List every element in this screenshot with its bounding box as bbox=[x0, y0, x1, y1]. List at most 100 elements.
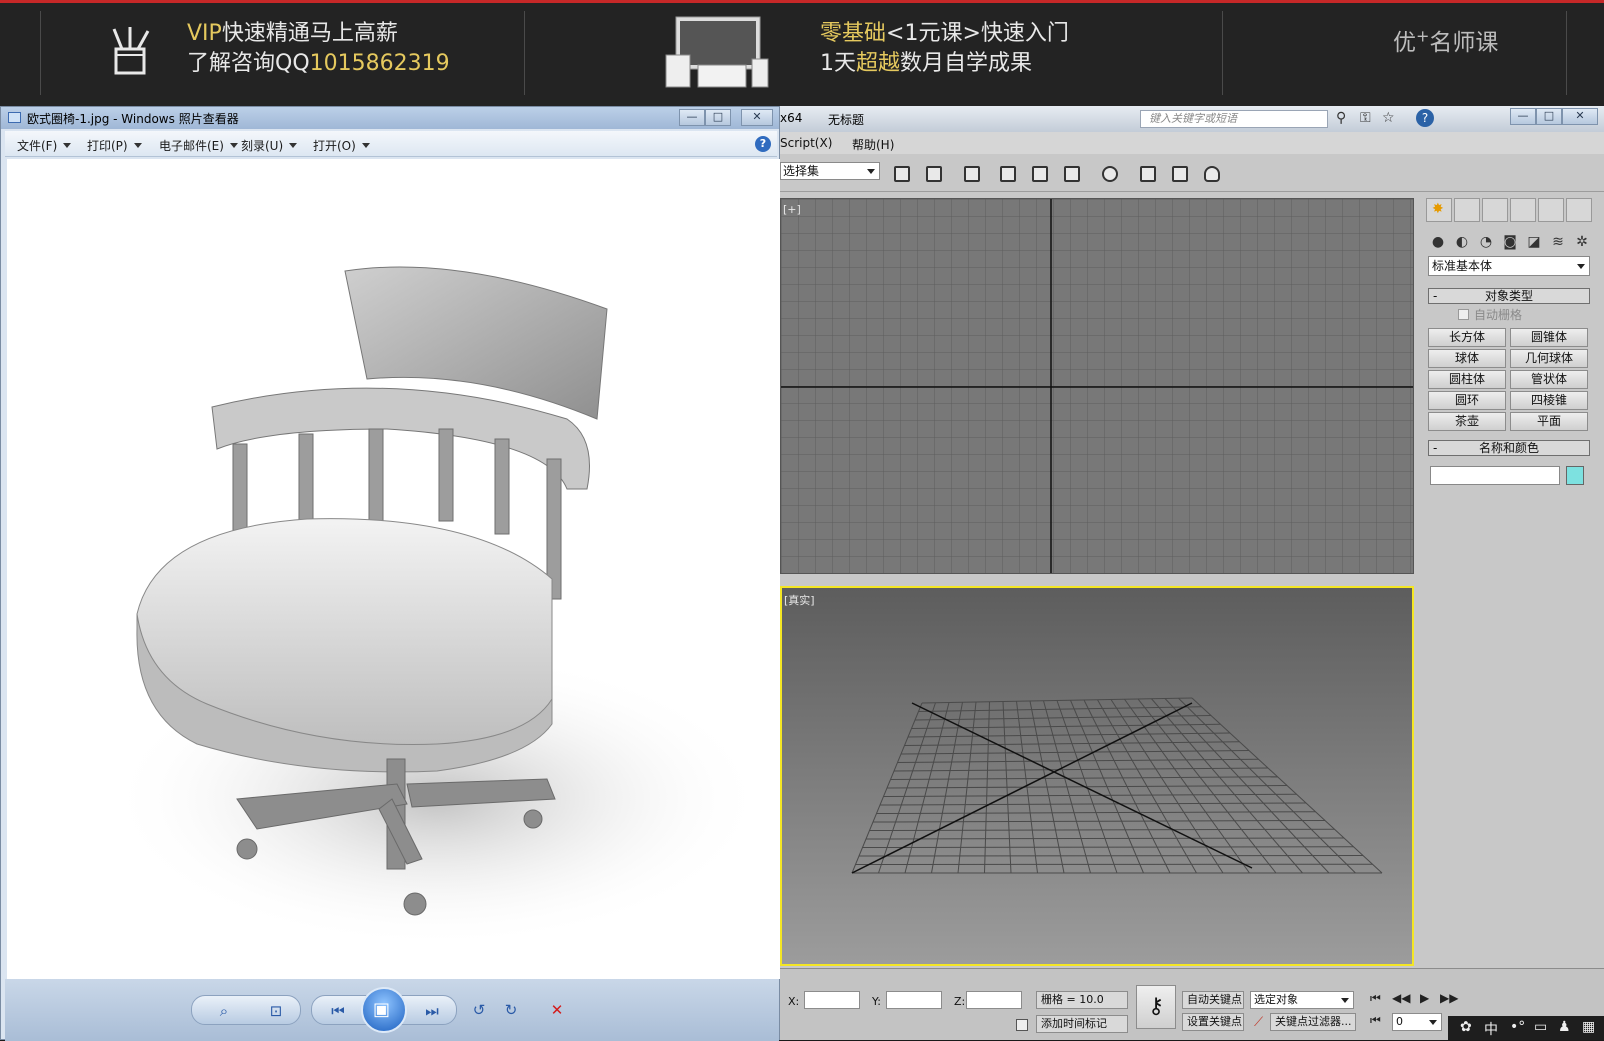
favorite-icon[interactable]: ☆ bbox=[1382, 110, 1395, 126]
box-button[interactable]: 长方体 bbox=[1428, 328, 1506, 347]
paw-icon[interactable]: ✿ bbox=[1460, 1019, 1472, 1035]
material-editor-icon[interactable] bbox=[1096, 160, 1122, 186]
set-key-button[interactable]: 设置关键点 bbox=[1182, 1013, 1244, 1031]
cameras-icon[interactable]: ◙ bbox=[1500, 232, 1520, 252]
time-tag-icon[interactable] bbox=[1016, 1019, 1028, 1031]
add-time-tag[interactable]: 添加时间标记 bbox=[1036, 1015, 1128, 1033]
cone-button[interactable]: 圆锥体 bbox=[1510, 328, 1588, 347]
perspective-viewport[interactable]: [真实] bbox=[780, 586, 1414, 966]
max-minimize-button[interactable]: — bbox=[1510, 108, 1536, 125]
x-coordinate-field[interactable] bbox=[804, 991, 860, 1009]
keyboard-icon[interactable]: ▭ bbox=[1534, 1019, 1547, 1035]
previous-frame-icon[interactable]: ◀◀ bbox=[1392, 991, 1410, 1005]
hierarchy-tab-icon[interactable] bbox=[1482, 198, 1508, 222]
scene-explorer-icon[interactable] bbox=[994, 160, 1020, 186]
spacewarps-icon[interactable]: ≋ bbox=[1548, 232, 1568, 252]
help-search-input[interactable]: 键入关键字或短语 bbox=[1140, 110, 1328, 128]
window-titlebar[interactable]: 欧式圈椅-1.jpg - Windows 照片查看器 — □ ✕ bbox=[1, 107, 779, 129]
z-label: Z: bbox=[954, 995, 965, 1008]
key-filters-icon[interactable]: ⟋ bbox=[1254, 1015, 1263, 1030]
menu-print[interactable]: 打印(P) bbox=[87, 137, 142, 154]
actual-size-icon[interactable]: ⊡ bbox=[264, 1000, 288, 1022]
render-teapot-icon[interactable] bbox=[1198, 160, 1224, 186]
key-filters-button[interactable]: 关键点过滤器... bbox=[1270, 1013, 1356, 1031]
menu-burn[interactable]: 刻录(U) bbox=[241, 137, 297, 154]
display-tab-icon[interactable] bbox=[1538, 198, 1564, 222]
rendered-frame-icon[interactable] bbox=[1166, 160, 1192, 186]
cylinder-button[interactable]: 圆柱体 bbox=[1428, 370, 1506, 389]
object-type-rollout[interactable]: - 对象类型 bbox=[1428, 288, 1590, 304]
previous-icon[interactable]: ⏮ bbox=[326, 1000, 350, 1022]
go-to-start-icon[interactable]: ⏮ bbox=[1370, 991, 1381, 1006]
grid-icon[interactable]: ▦ bbox=[1582, 1019, 1595, 1035]
sphere-button[interactable]: 球体 bbox=[1428, 349, 1506, 368]
rotate-left-icon[interactable]: ↺ bbox=[467, 999, 491, 1021]
primitive-type-dropdown[interactable]: 标准基本体 bbox=[1428, 256, 1590, 276]
current-frame-field[interactable]: 0 bbox=[1392, 1013, 1442, 1031]
menu-help[interactable]: 帮助(H) bbox=[852, 136, 894, 153]
auto-key-button[interactable]: 自动关键点 bbox=[1182, 991, 1244, 1009]
banner-highlight: 零基础 bbox=[820, 21, 886, 46]
key-icon[interactable]: ⚿ bbox=[1360, 110, 1371, 126]
rotate-right-icon[interactable]: ↻ bbox=[499, 999, 523, 1021]
viewport-label[interactable]: [+] bbox=[783, 203, 801, 216]
minimize-button[interactable]: — bbox=[679, 109, 705, 126]
object-color-swatch[interactable] bbox=[1566, 466, 1584, 485]
schematic-view-icon[interactable] bbox=[1058, 160, 1084, 186]
next-icon[interactable]: ⏭ bbox=[420, 1000, 444, 1022]
viewport-label[interactable]: [真实] bbox=[784, 592, 815, 608]
pyramid-button[interactable]: 四棱锥 bbox=[1510, 391, 1588, 410]
named-selection-set[interactable]: 选择集 bbox=[780, 162, 880, 180]
maximize-button[interactable]: □ bbox=[705, 109, 731, 126]
binoculars-icon[interactable]: ⚲ bbox=[1336, 110, 1346, 126]
key-mode-icon[interactable]: ⏮ bbox=[1370, 1013, 1381, 1028]
create-tab-icon[interactable]: ✸ bbox=[1426, 198, 1452, 222]
layer-manager-icon[interactable] bbox=[958, 160, 984, 186]
ime-indicator[interactable]: 中 bbox=[1484, 1019, 1498, 1039]
max-close-button[interactable]: ✕ bbox=[1562, 108, 1598, 125]
teapot-button[interactable]: 茶壶 bbox=[1428, 412, 1506, 431]
name-color-rollout[interactable]: - 名称和颜色 bbox=[1428, 440, 1590, 456]
help-icon[interactable]: ? bbox=[755, 136, 771, 152]
help-icon[interactable]: ? bbox=[1416, 109, 1434, 127]
object-name-field[interactable] bbox=[1430, 466, 1560, 485]
geosphere-button[interactable]: 几何球体 bbox=[1510, 349, 1588, 368]
tube-button[interactable]: 管状体 bbox=[1510, 370, 1588, 389]
menu-maxscript[interactable]: Script(X) bbox=[780, 136, 832, 150]
lights-icon[interactable]: ◔ bbox=[1476, 232, 1496, 252]
plane-button[interactable]: 平面 bbox=[1510, 412, 1588, 431]
curve-editor-icon[interactable] bbox=[1026, 160, 1052, 186]
menu-open[interactable]: 打开(O) bbox=[313, 137, 370, 154]
dot-icon[interactable]: •° bbox=[1510, 1019, 1525, 1035]
utilities-tab-icon[interactable] bbox=[1566, 198, 1592, 222]
key-selection-dropdown[interactable]: 选定对象 bbox=[1250, 991, 1354, 1009]
modify-tab-icon[interactable] bbox=[1454, 198, 1480, 222]
render-setup-icon[interactable] bbox=[1134, 160, 1160, 186]
motion-tab-icon[interactable] bbox=[1510, 198, 1536, 222]
close-button[interactable]: ✕ bbox=[741, 109, 773, 126]
torus-button[interactable]: 圆环 bbox=[1428, 391, 1506, 410]
systems-icon[interactable]: ✲ bbox=[1572, 232, 1592, 252]
z-coordinate-field[interactable] bbox=[966, 991, 1022, 1009]
user-icon[interactable]: ♟ bbox=[1558, 1019, 1571, 1035]
set-key-mode-button[interactable]: ⚷ bbox=[1136, 985, 1176, 1029]
align-icon[interactable] bbox=[920, 160, 946, 186]
menu-file[interactable]: 文件(F) bbox=[17, 137, 71, 154]
mirror-icon[interactable] bbox=[888, 160, 914, 186]
geometry-icon[interactable]: ● bbox=[1428, 232, 1448, 252]
zoom-icon[interactable]: ⌕ bbox=[212, 1000, 236, 1022]
slideshow-button[interactable]: ▣ bbox=[361, 987, 407, 1033]
chair-render-image bbox=[7, 159, 780, 979]
autogrid-checkbox[interactable]: 自动栅格 bbox=[1458, 306, 1522, 323]
max-titlebar[interactable]: x64 无标题 键入关键字或短语 ⚲ ⚿ ☆ ? — □ ✕ bbox=[780, 106, 1604, 132]
x-label: X: bbox=[788, 995, 799, 1008]
delete-icon[interactable]: ✕ bbox=[545, 999, 569, 1021]
y-coordinate-field[interactable] bbox=[886, 991, 942, 1009]
max-maximize-button[interactable]: □ bbox=[1536, 108, 1562, 125]
menu-email[interactable]: 电子邮件(E) bbox=[159, 137, 238, 154]
top-viewport[interactable]: [+] bbox=[780, 198, 1414, 574]
play-icon[interactable]: ▶ bbox=[1420, 991, 1429, 1005]
shapes-icon[interactable]: ◐ bbox=[1452, 232, 1472, 252]
next-frame-icon[interactable]: ▶▶ bbox=[1440, 991, 1458, 1005]
helpers-icon[interactable]: ◪ bbox=[1524, 232, 1544, 252]
